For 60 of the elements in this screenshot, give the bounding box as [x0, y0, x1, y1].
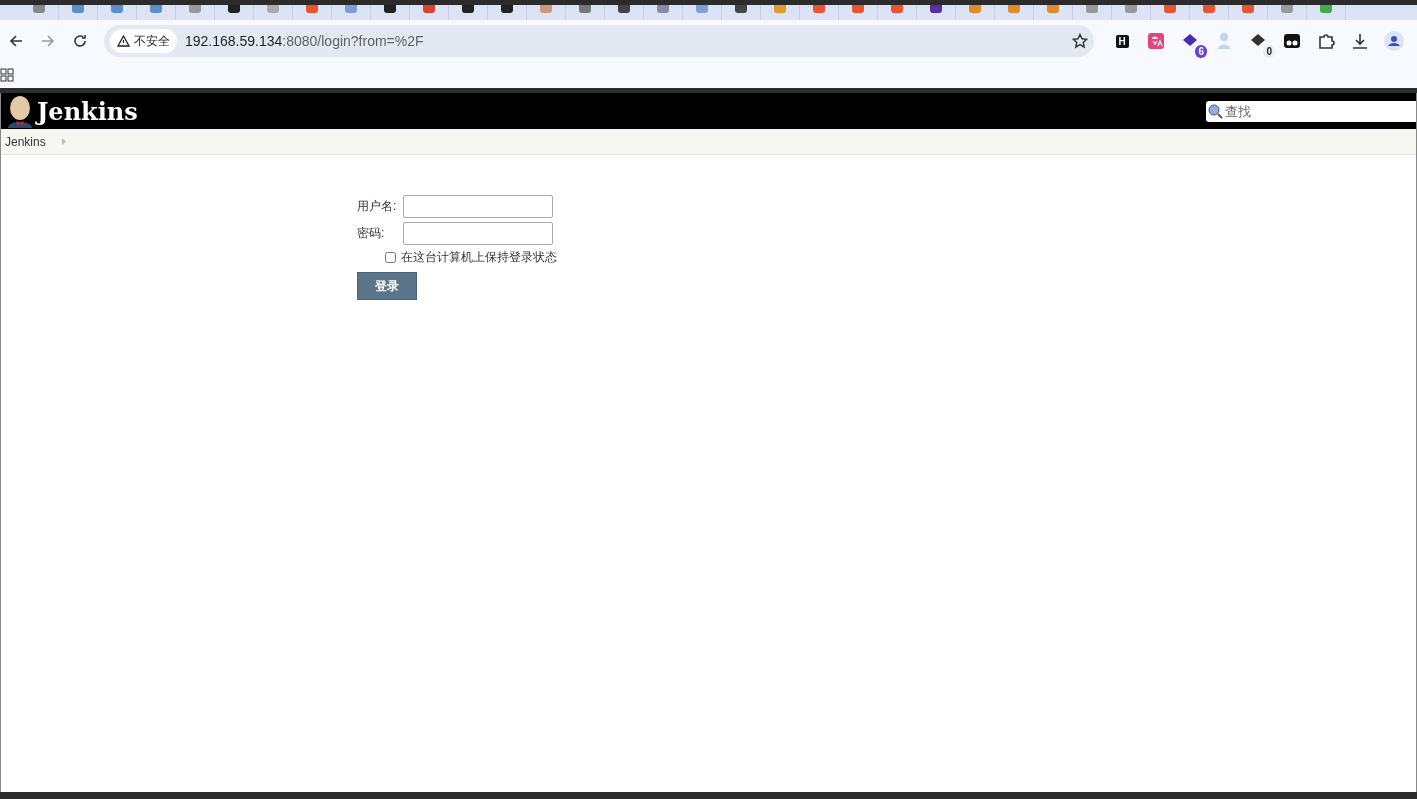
count-badge: 0 — [1263, 45, 1275, 58]
favicon-icon — [423, 5, 435, 13]
favicon-icon — [696, 5, 708, 13]
login-button[interactable]: 登录 — [357, 272, 417, 300]
favicon-icon — [1320, 5, 1332, 13]
favicon-icon — [657, 5, 669, 13]
back-arrow-icon — [9, 34, 23, 48]
favicon-icon — [72, 5, 84, 13]
mask-icon[interactable] — [1282, 31, 1302, 51]
favicon-icon — [930, 5, 942, 13]
favicon-icon — [969, 5, 981, 13]
favicon-icon — [306, 5, 318, 13]
profile-icon[interactable] — [1384, 31, 1404, 51]
favicon-icon — [1008, 5, 1020, 13]
bookmark-star-icon[interactable] — [1072, 33, 1088, 49]
warning-icon — [117, 35, 130, 47]
translate-icon[interactable] — [1146, 31, 1166, 51]
favicon-icon — [813, 5, 825, 13]
extensions-icon[interactable] — [1316, 31, 1336, 51]
security-chip[interactable]: 不安全 — [110, 29, 177, 53]
password-field[interactable] — [403, 222, 553, 245]
favicon-icon — [345, 5, 357, 13]
favicon-icon — [189, 5, 201, 13]
butler-logo-icon — [5, 94, 35, 128]
favicon-icon — [1164, 5, 1176, 13]
download-icon[interactable] — [1350, 31, 1370, 51]
favicon-icon — [267, 5, 279, 13]
url-text: 192.168.59.134:8080/login?from=%2F — [185, 33, 425, 49]
favicon-icon — [33, 5, 45, 13]
password-label: 密码: — [357, 225, 386, 242]
favicon-icon — [1242, 5, 1254, 13]
count-badge: 6 — [1195, 45, 1207, 58]
apps-grid-icon[interactable] — [0, 68, 14, 82]
favicon-icon — [852, 5, 864, 13]
favicon-icon — [891, 5, 903, 13]
breadcrumb-arrow-icon[interactable] — [61, 138, 66, 145]
username-field[interactable] — [403, 195, 553, 218]
search-field[interactable]: 查找 — [1206, 100, 1416, 122]
favicon-icon — [1203, 5, 1215, 13]
favicon-icon — [618, 5, 630, 13]
favicon-icon — [735, 5, 747, 13]
favicon-icon — [150, 5, 162, 13]
favicon-icon — [111, 5, 123, 13]
search-icon — [1208, 103, 1223, 119]
favicon-icon — [1281, 5, 1293, 13]
favicon-icon — [1047, 5, 1059, 13]
remember-label: 在这台计算机上保持登录状态 — [401, 249, 557, 266]
site-title: Jenkins — [37, 96, 138, 126]
favicon-icon — [1125, 5, 1137, 13]
breadcrumb-link[interactable]: Jenkins — [5, 134, 46, 149]
favicon-icon — [540, 5, 552, 13]
address-bar[interactable]: 不安全 192.168.59.134:8080/login?from=%2F — [104, 25, 1094, 57]
remember-checkbox[interactable] — [385, 252, 396, 263]
forward-arrow-icon — [41, 34, 55, 48]
favicon-icon — [1086, 5, 1098, 13]
username-label: 用户名: — [357, 198, 398, 215]
favicon-icon — [774, 5, 786, 13]
favicon-icon — [579, 5, 591, 13]
security-label: 不安全 — [134, 32, 170, 50]
reload-icon — [73, 34, 87, 48]
